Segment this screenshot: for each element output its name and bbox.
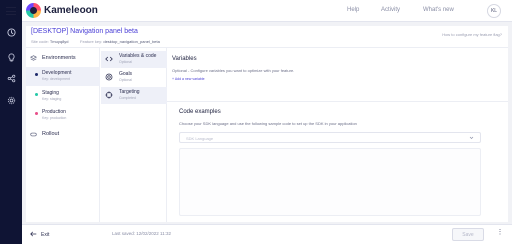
- step-name: Variables & code: [119, 53, 157, 59]
- env-name: Staging: [42, 90, 59, 96]
- code-examples-title: Code examples: [179, 109, 221, 115]
- env-key: Key: staging: [42, 97, 62, 101]
- step-name: Targeting: [119, 89, 140, 95]
- lightbulb-icon[interactable]: [6, 52, 16, 62]
- env-item-staging[interactable]: Staging Key: staging: [26, 87, 100, 106]
- code-icon: [105, 55, 113, 63]
- env-dot-development: [35, 73, 38, 76]
- code-examples-section: Code examples Choose your SDK language a…: [179, 109, 357, 126]
- exit-button[interactable]: Exit: [30, 231, 49, 239]
- footer-bar: Exit Last saved: 12/02/2022 11:32 Save ⋮: [22, 224, 512, 244]
- steps-column: Variables & code Optional Goals Optional…: [101, 48, 167, 222]
- site-code-label: Site code:: [31, 39, 49, 44]
- add-variable-link[interactable]: + Add a new variable: [172, 77, 294, 81]
- environments-heading: Environments: [42, 55, 76, 61]
- env-dot-production: [35, 112, 38, 115]
- feature-flag-card: [DESKTOP] Navigation panel beta Site cod…: [26, 26, 508, 222]
- step-variables[interactable]: Variables & code Optional: [101, 51, 167, 68]
- env-key: Key: development: [42, 77, 71, 81]
- site-code-value: Tmuyq8yd: [49, 39, 69, 44]
- left-nav-rail: [0, 0, 22, 244]
- feature-key: Feature key: desktop_navigation_panel_be…: [80, 39, 160, 44]
- step-name: Goals: [119, 71, 133, 77]
- environments-header[interactable]: Environments: [26, 52, 100, 66]
- env-item-development[interactable]: Development Key: development: [26, 67, 100, 86]
- variables-description: Optional - Configure variables you want …: [172, 68, 295, 73]
- crosshair-icon: [105, 91, 113, 99]
- more-options-icon[interactable]: ⋮: [496, 228, 504, 241]
- step-status: Optional: [119, 60, 133, 64]
- whats-new-link[interactable]: What's new: [423, 7, 454, 13]
- site-code: Site code: Tmuyq8yd: [31, 39, 69, 44]
- env-key: Key: production: [42, 116, 67, 120]
- top-bar: Kameleoon Help Activity What's new KL: [22, 0, 512, 22]
- save-button[interactable]: Save: [452, 228, 484, 241]
- env-dot-staging: [35, 93, 38, 96]
- step-status: Optional: [119, 78, 133, 82]
- arrow-left-icon: [30, 231, 37, 239]
- env-item-production[interactable]: Production Key: production: [26, 106, 100, 125]
- environments-column: Environments Development Key: developmen…: [26, 48, 100, 222]
- brand-name: Kameleoon: [44, 5, 98, 16]
- chevron-down-icon: [469, 135, 474, 140]
- settings-icon[interactable]: [6, 95, 16, 105]
- share-nodes-icon[interactable]: [6, 73, 16, 83]
- env-name: Production: [42, 109, 66, 115]
- menu-icon[interactable]: [6, 7, 16, 15]
- rollout-item[interactable]: Rollout: [26, 128, 100, 142]
- activity-link[interactable]: Activity: [381, 7, 400, 13]
- step-goals[interactable]: Goals Optional: [101, 69, 167, 86]
- configure-help-link[interactable]: How to configure my feature flag?: [442, 32, 502, 37]
- rollout-icon: [30, 131, 37, 140]
- add-variable-label: Add a new variable: [174, 77, 205, 81]
- sdk-language-select[interactable]: SDK Language: [179, 132, 481, 143]
- code-sample-area: [179, 148, 481, 216]
- section-divider: [167, 101, 508, 102]
- last-saved-text: Last saved: 12/02/2022 11:32: [112, 231, 171, 236]
- code-examples-description: Choose your SDK language and use the fol…: [179, 121, 357, 126]
- feature-key-value: desktop_navigation_panel_beta: [103, 39, 160, 44]
- env-name: Development: [42, 70, 72, 76]
- variables-title: Variables: [172, 56, 197, 62]
- step-status: Completed: [119, 96, 136, 100]
- avatar[interactable]: KL: [487, 4, 501, 18]
- rollout-label: Rollout: [42, 131, 60, 137]
- dashboard-icon[interactable]: [6, 27, 16, 37]
- exit-label: Exit: [41, 232, 50, 238]
- sdk-language-placeholder: SDK Language: [186, 136, 214, 141]
- step-targeting[interactable]: Targeting Completed: [101, 87, 167, 104]
- feature-key-label: Feature key:: [80, 39, 103, 44]
- kameleoon-logo: [26, 3, 41, 18]
- target-icon: [105, 73, 113, 81]
- variables-section: Variables Optional - Configure variables…: [172, 56, 294, 81]
- help-link[interactable]: Help: [347, 7, 359, 13]
- layers-icon: [29, 55, 38, 64]
- page-title: [DESKTOP] Navigation panel beta: [31, 28, 138, 35]
